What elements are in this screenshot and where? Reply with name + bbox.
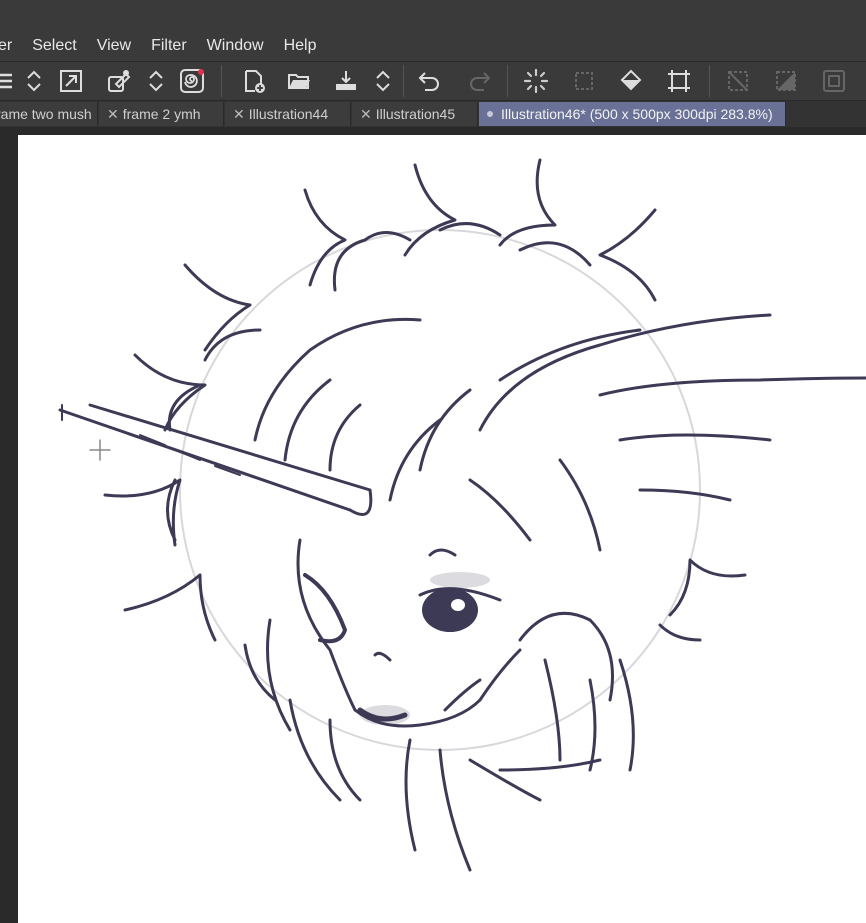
tab-label: rame two mush [0,106,92,122]
spiral-icon[interactable] [177,66,207,96]
close-icon[interactable]: ✕ [107,106,119,122]
menu-icon[interactable] [0,66,18,96]
canvas-area [0,127,866,923]
toolbar-separator [507,65,508,97]
up-down-arrows-icon[interactable] [141,66,171,96]
tab-illustration44[interactable]: ✕ Illustration44 [225,102,351,126]
transform-icon[interactable] [664,66,694,96]
invert-selection-icon[interactable] [771,66,801,96]
command-bar [0,62,866,101]
open-folder-icon[interactable] [284,66,314,96]
tab-illustration45[interactable]: ✕ Illustration45 [352,102,478,126]
menu-filter[interactable]: Filter [141,30,197,62]
clear-selection-icon[interactable] [723,66,753,96]
title-bar [0,0,866,30]
export-icon[interactable] [331,66,361,96]
loading-icon[interactable] [521,66,551,96]
close-icon[interactable]: ✕ [233,106,245,122]
selection-border-icon[interactable] [819,66,849,96]
drawing-canvas[interactable] [18,135,866,923]
tab-label: frame 2 ymh [122,106,201,122]
tab-frame-two-mush[interactable]: rame two mush [0,102,98,126]
redo-icon[interactable] [464,66,494,96]
select-layer-icon[interactable] [569,66,599,96]
toolbar-separator [221,65,222,97]
tab-label: Illustration45 [375,106,456,122]
menu-view[interactable]: View [87,30,141,62]
menu-help[interactable]: Help [274,30,327,62]
toolbar-separator [403,65,404,97]
tab-frame-2-ymh[interactable]: ✕ frame 2 ymh [99,102,224,126]
new-file-icon[interactable] [239,66,269,96]
unicorn-sketch [58,158,866,872]
toolbar-separator [709,65,710,97]
modified-dot-icon [487,111,493,117]
tab-label: Illustration46* (500 x 500px 300dpi 283.… [501,106,773,122]
resize-icon[interactable] [56,66,86,96]
undo-icon[interactable] [415,66,445,96]
menu-bar: er Select View Filter Window Help [0,30,866,62]
tab-illustration46[interactable]: Illustration46* (500 x 500px 300dpi 283.… [479,102,786,126]
tab-label: Illustration44 [248,106,329,122]
menu-layer[interactable]: er [0,30,22,62]
up-down-arrows-icon[interactable] [19,66,49,96]
fill-icon[interactable] [616,66,646,96]
up-down-arrows-icon[interactable] [368,66,398,96]
close-icon[interactable]: ✕ [360,106,372,122]
menu-select[interactable]: Select [22,30,86,62]
menu-window[interactable]: Window [197,30,274,62]
eyedropper-icon[interactable] [104,66,134,96]
document-tabs: rame two mush ✕ frame 2 ymh ✕ Illustration… [0,101,866,127]
